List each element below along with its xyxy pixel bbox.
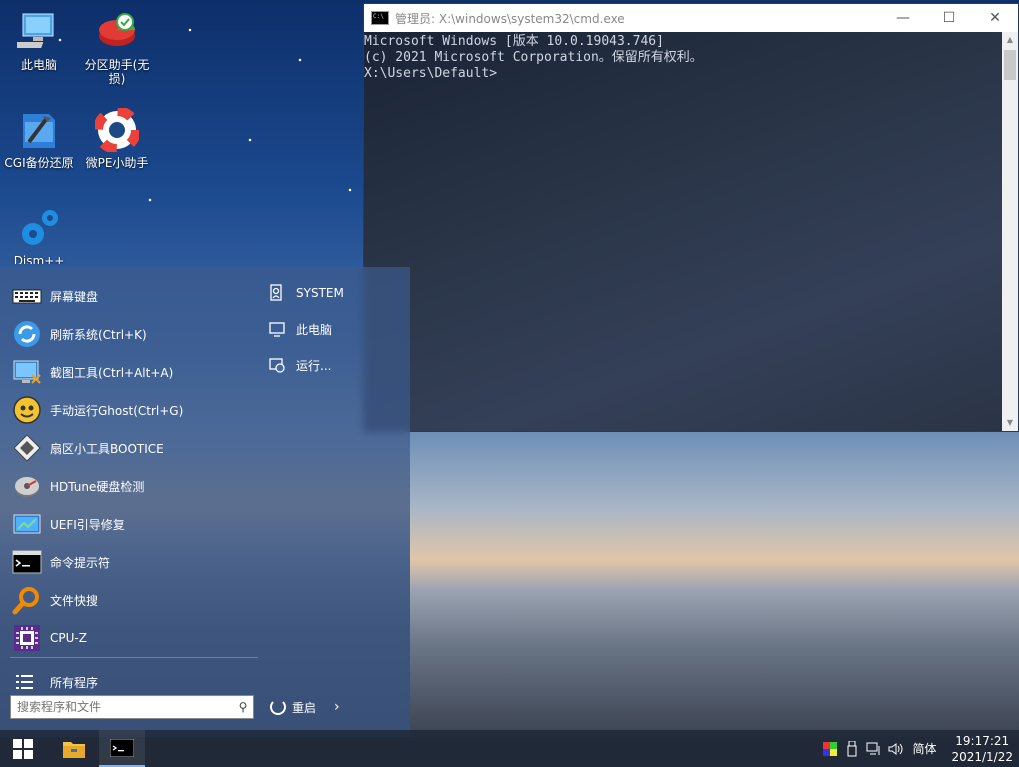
restart-button[interactable]: 重启 › xyxy=(270,695,340,719)
windows-logo-icon xyxy=(13,738,33,759)
cmd-window[interactable]: 管理员: X:\windows\system32\cmd.exe — ☐ ✕ M… xyxy=(363,3,1019,432)
console-prompt: X:\Users\Default> xyxy=(364,66,498,81)
usb-icon[interactable] xyxy=(841,730,863,767)
bootice-icon xyxy=(12,433,42,463)
desktop-icon-wepe-helper[interactable]: 微PE小助手 xyxy=(78,106,156,170)
desktop-icon-partition-assistant[interactable]: 分区助手(无损) xyxy=(78,10,156,86)
place-item-this-pc[interactable]: 此电脑 xyxy=(268,311,344,347)
start-item-bootice[interactable]: 扇区小工具BOOTICE xyxy=(0,429,258,467)
user-icon xyxy=(268,284,286,302)
magnifier-icon xyxy=(12,585,42,615)
search-input[interactable] xyxy=(11,697,233,717)
cmd-scrollbar[interactable]: ▲ ▼ xyxy=(1002,32,1018,431)
ghost-icon xyxy=(12,395,42,425)
color-app-icon[interactable] xyxy=(819,730,841,767)
start-search-box[interactable]: ⚲ xyxy=(10,695,254,719)
desktop-icon-cgi-backup[interactable]: CGI备份还原 xyxy=(0,108,78,170)
run-icon xyxy=(268,356,286,374)
clock-date: 2021/1/22 xyxy=(951,749,1013,764)
list-icon xyxy=(12,667,42,697)
cgi-backup-icon xyxy=(17,108,61,152)
maximize-button[interactable]: ☐ xyxy=(926,4,972,32)
cmd-console[interactable]: Microsoft Windows [版本 10.0.19043.746] (c… xyxy=(364,32,1002,431)
scrollbar-thumb[interactable] xyxy=(1004,50,1016,80)
taskbar: 简体 19:17:21 2021/1/22 xyxy=(0,730,1019,767)
uefi-repair-icon xyxy=(12,509,42,539)
close-button[interactable]: ✕ xyxy=(972,4,1018,32)
minimize-button[interactable]: — xyxy=(880,4,926,32)
cmd-window-title: 管理员: X:\windows\system32\cmd.exe xyxy=(395,11,625,26)
start-item-screenshot-tool[interactable]: 截图工具(Ctrl+Alt+A) xyxy=(0,353,258,391)
search-icon[interactable]: ⚲ xyxy=(233,700,253,714)
cmd-titlebar[interactable]: 管理员: X:\windows\system32\cmd.exe — ☐ ✕ xyxy=(364,4,1018,32)
scroll-up-icon[interactable]: ▲ xyxy=(1002,32,1018,48)
start-menu-places: SYSTEM 此电脑 运行... xyxy=(268,275,344,383)
power-restart-icon xyxy=(270,699,286,715)
start-item-ghost[interactable]: 手动运行Ghost(Ctrl+G) xyxy=(0,391,258,429)
network-icon[interactable] xyxy=(863,730,885,767)
chevron-right-icon[interactable]: › xyxy=(334,699,340,715)
start-menu-programs: 屏幕键盘 刷新系统(Ctrl+K) 截图工具(Ctrl+Alt+A) 手动运行G… xyxy=(0,277,258,657)
wallpaper-sea xyxy=(410,432,1019,737)
screenshot-icon xyxy=(12,357,42,387)
clock[interactable]: 19:17:21 2021/1/22 xyxy=(941,733,1019,765)
start-item-uefi-repair[interactable]: UEFI引导修复 xyxy=(0,505,258,543)
cmd-icon xyxy=(12,547,42,577)
scroll-down-icon[interactable]: ▼ xyxy=(1002,415,1018,431)
start-menu-divider xyxy=(10,657,258,658)
place-item-system-user[interactable]: SYSTEM xyxy=(268,275,344,311)
desktop-icon-dism[interactable]: Dism++ xyxy=(0,206,78,264)
system-tray: 简体 19:17:21 2021/1/22 xyxy=(819,730,1019,767)
input-language-button[interactable]: 简体 xyxy=(907,730,941,767)
place-item-run[interactable]: 运行... xyxy=(268,347,344,383)
computer-icon xyxy=(9,10,61,54)
refresh-icon xyxy=(12,319,42,349)
cmd-icon xyxy=(371,11,389,25)
start-menu: 屏幕键盘 刷新系统(Ctrl+K) 截图工具(Ctrl+Alt+A) 手动运行G… xyxy=(0,267,410,737)
cpuz-icon xyxy=(12,623,42,653)
taskbar-file-explorer[interactable] xyxy=(51,730,97,767)
monitor-icon xyxy=(268,320,286,338)
console-line: (c) 2021 Microsoft Corporation。保留所有权利。 xyxy=(364,50,703,65)
clock-time: 19:17:21 xyxy=(955,733,1010,748)
desktop-icon-this-pc[interactable]: 此电脑 xyxy=(0,10,78,72)
folder-icon xyxy=(63,741,85,758)
lifebuoy-icon xyxy=(93,106,141,154)
start-item-hdtune[interactable]: HDTune硬盘检测 xyxy=(0,467,258,505)
keyboard-icon xyxy=(12,281,42,311)
start-item-file-search[interactable]: 文件快搜 xyxy=(0,581,258,619)
volume-icon[interactable] xyxy=(885,730,907,767)
cmd-icon xyxy=(110,738,134,757)
taskbar-cmd[interactable] xyxy=(99,730,145,767)
start-button[interactable] xyxy=(0,730,46,767)
start-item-refresh-system[interactable]: 刷新系统(Ctrl+K) xyxy=(0,315,258,353)
partition-assistant-icon xyxy=(95,10,139,54)
start-item-cpuz[interactable]: CPU-Z xyxy=(0,619,258,657)
console-line: Microsoft Windows [版本 10.0.19043.746] xyxy=(364,34,664,49)
hdtune-icon xyxy=(12,471,42,501)
start-item-command-prompt[interactable]: 命令提示符 xyxy=(0,543,258,581)
dism-gears-icon xyxy=(17,206,61,250)
start-item-onscreen-keyboard[interactable]: 屏幕键盘 xyxy=(0,277,258,315)
